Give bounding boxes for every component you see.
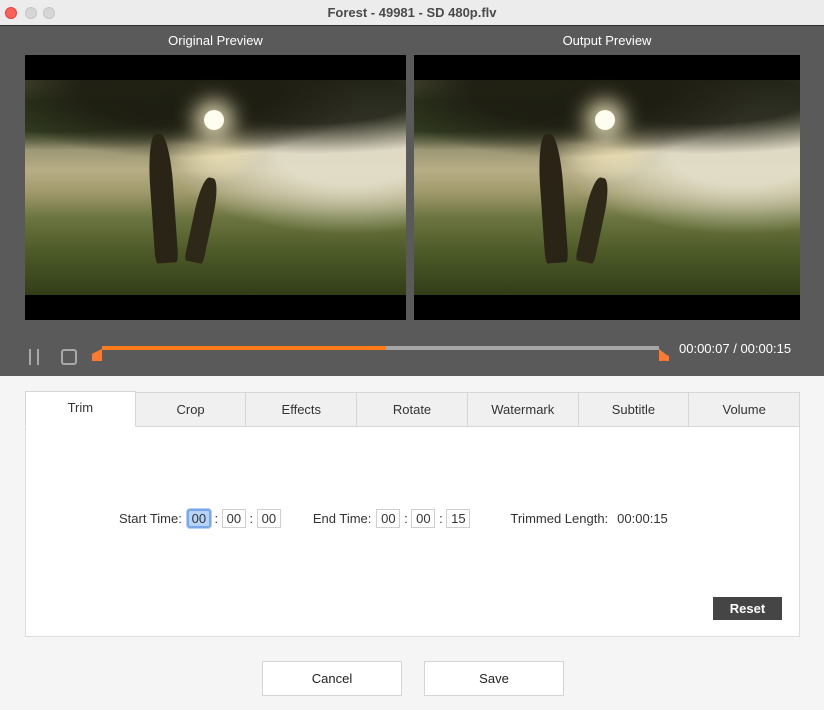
title-bar: Forest - 49981 - SD 480p.flv	[0, 0, 824, 26]
trimmed-length-value: 00:00:15	[617, 511, 668, 526]
tab-bar: Trim Crop Effects Rotate Watermark Subti…	[25, 391, 801, 427]
video-frame	[25, 80, 406, 295]
tab-subtitle[interactable]: Subtitle	[578, 392, 690, 427]
stop-icon[interactable]	[61, 349, 77, 365]
output-preview-label: Output Preview	[562, 33, 652, 48]
separator: :	[439, 511, 443, 526]
separator: :	[214, 511, 219, 526]
timeline-scrubber[interactable]	[102, 346, 659, 350]
tab-volume[interactable]: Volume	[689, 392, 801, 427]
start-time-label: Start Time:	[119, 511, 182, 526]
trim-start-handle[interactable]	[92, 349, 102, 361]
playback-controls: 00:00:07 / 00:00:15	[0, 336, 824, 376]
end-hours-field[interactable]: 00	[376, 509, 401, 528]
tab-effects[interactable]: Effects	[246, 392, 358, 427]
trimmed-length-label: Trimmed Length:	[510, 511, 609, 526]
timeline-progress	[102, 346, 387, 350]
tab-rotate[interactable]: Rotate	[357, 392, 468, 427]
trim-time-row: Start Time: 00 : 00 : 00 End Time: 00 : …	[119, 509, 668, 528]
end-minutes-field[interactable]: 00	[411, 509, 436, 528]
window-title: Forest - 49981 - SD 480p.flv	[327, 5, 497, 20]
separator: :	[404, 511, 408, 526]
start-seconds-field[interactable]: 00	[256, 509, 281, 528]
edit-panel: Trim Crop Effects Rotate Watermark Subti…	[25, 391, 801, 637]
tab-watermark[interactable]: Watermark	[467, 392, 579, 427]
separator: :	[249, 511, 254, 526]
time-readout: 00:00:07 / 00:00:15	[679, 341, 792, 356]
end-time-label: End Time:	[312, 511, 372, 526]
video-frame	[414, 80, 800, 295]
save-button[interactable]: Save	[424, 661, 564, 696]
start-hours-field[interactable]: 00	[186, 509, 211, 528]
start-minutes-field[interactable]: 00	[221, 509, 246, 528]
preview-area: Original Preview Output Preview 00:00:07…	[0, 26, 824, 376]
pause-icon[interactable]	[28, 349, 40, 365]
end-seconds-field[interactable]: 15	[446, 509, 471, 528]
original-preview-video	[25, 55, 406, 320]
output-preview-video	[414, 55, 800, 320]
reset-button[interactable]: Reset	[713, 597, 782, 620]
tab-crop[interactable]: Crop	[135, 392, 247, 427]
tab-trim[interactable]: Trim	[25, 391, 136, 427]
trim-end-handle[interactable]	[659, 349, 669, 361]
cancel-button[interactable]: Cancel	[262, 661, 402, 696]
original-preview-label: Original Preview	[168, 33, 263, 48]
